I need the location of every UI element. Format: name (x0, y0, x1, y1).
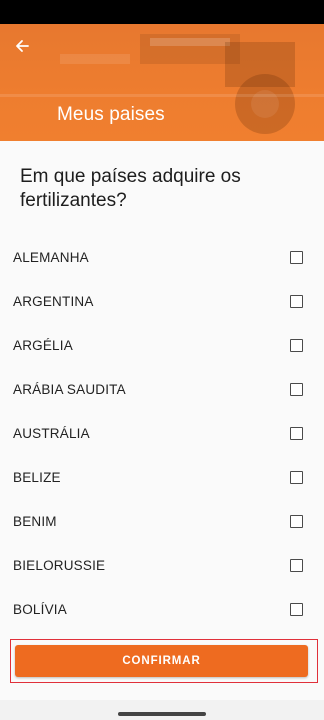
country-label: ARGENTINA (13, 293, 94, 309)
country-label: ALEMANHA (13, 249, 89, 265)
page-title: Meus paises (57, 104, 165, 125)
country-item-belize[interactable]: BELIZE (0, 455, 324, 499)
country-label: BIELORUSSIE (13, 557, 106, 573)
country-item-benim[interactable]: BENIM (0, 499, 324, 543)
back-arrow-icon (16, 40, 29, 52)
country-label: ARGÉLIA (13, 337, 73, 353)
country-label: BELIZE (13, 469, 61, 485)
country-item-bolivia[interactable]: BOLÍVIA (0, 587, 324, 631)
country-label: BOLÍVIA (13, 601, 67, 617)
country-item-bielorussie[interactable]: BIELORUSSIE (0, 543, 324, 587)
question-text: Em que países adquire os fertilizantes? (20, 166, 241, 211)
checkbox-icon[interactable] (290, 382, 303, 396)
checkbox-icon[interactable] (290, 338, 303, 352)
back-button[interactable] (10, 34, 34, 58)
checkbox-icon[interactable] (290, 250, 303, 264)
country-item-alemanha[interactable]: ALEMANHA (0, 235, 324, 279)
country-item-australia[interactable]: AUSTRÁLIA (0, 411, 324, 455)
country-item-arabia-saudita[interactable]: ARÁBIA SAUDITA (0, 367, 324, 411)
country-label: AUSTRÁLIA (13, 425, 90, 441)
checkbox-icon[interactable] (290, 294, 303, 308)
home-handle[interactable] (118, 712, 206, 716)
country-item-argelia[interactable]: ARGÉLIA (0, 323, 324, 367)
system-nav-bar (0, 700, 324, 720)
checkbox-icon[interactable] (290, 558, 303, 572)
checkbox-icon[interactable] (290, 426, 303, 440)
checkbox-icon[interactable] (290, 514, 303, 528)
country-item-argentina[interactable]: ARGENTINA (0, 279, 324, 323)
checkbox-icon[interactable] (290, 602, 303, 616)
status-bar (0, 0, 324, 24)
country-label: BENIM (13, 513, 57, 529)
country-label: ARÁBIA SAUDITA (13, 381, 126, 397)
confirm-button[interactable]: CONFIRMAR (15, 645, 308, 677)
checkbox-icon[interactable] (290, 470, 303, 484)
country-list: ALEMANHA ARGENTINA ARGÉLIA ARÁBIA SAUDIT… (0, 235, 324, 631)
header-banner: Meus paises (0, 24, 324, 141)
